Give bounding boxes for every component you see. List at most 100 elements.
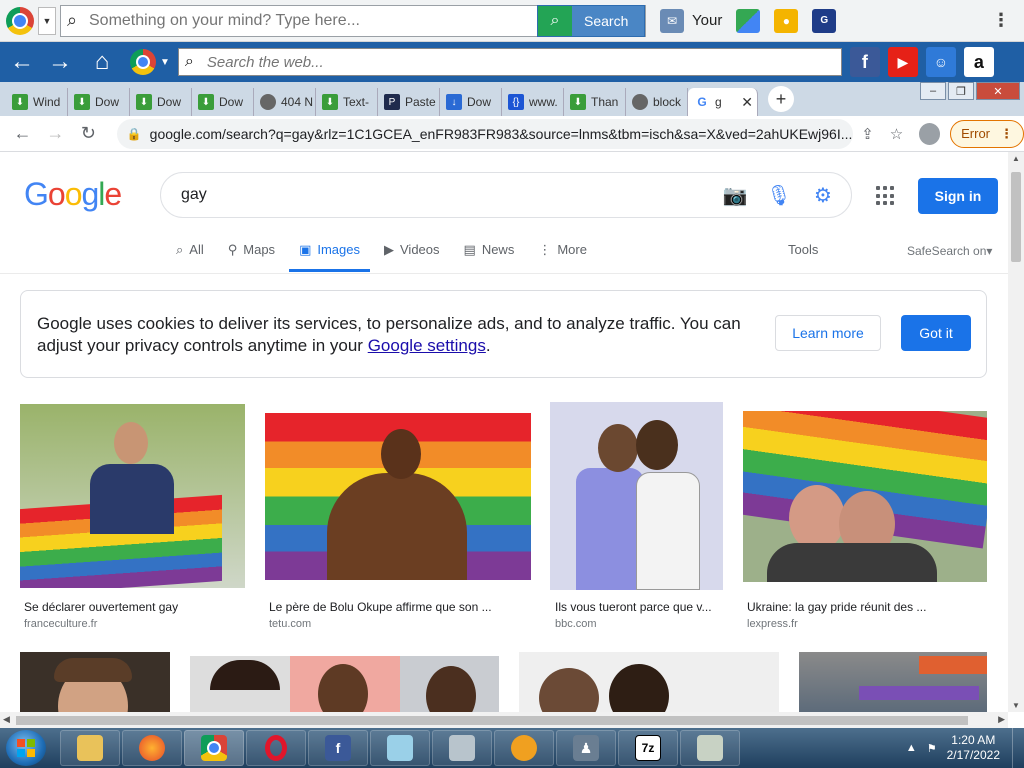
omnibox[interactable]: 🔒 google.com/search?q=gay&rlz=1C1GCEA_en… — [116, 118, 854, 149]
result-thumbnail[interactable] — [550, 402, 723, 590]
result-source[interactable]: tetu.com — [269, 618, 311, 630]
action-center-flag-icon[interactable]: ⚑ — [927, 742, 937, 755]
tab-images[interactable]: ▣ Images — [289, 238, 370, 272]
chevron-down-icon[interactable]: ▼ — [160, 57, 170, 68]
youtube-icon[interactable]: ▶ — [887, 47, 918, 77]
taskbar-tool[interactable] — [680, 730, 740, 766]
result-source[interactable]: franceculture.fr — [24, 618, 97, 630]
vertical-scrollbar[interactable]: ▲ ▼ — [1008, 152, 1024, 712]
taskbar-vpn[interactable] — [494, 730, 554, 766]
result-thumbnail[interactable] — [799, 652, 987, 712]
amazon-icon[interactable]: a — [963, 47, 994, 77]
tab[interactable]: ⬇ Dow — [192, 88, 254, 116]
bookmark-star-icon[interactable]: ☆ — [882, 125, 911, 143]
scrollbar-thumb[interactable] — [1011, 172, 1021, 262]
facebook-icon[interactable]: f — [849, 47, 880, 77]
tab-videos[interactable]: ▶ Videos — [384, 238, 440, 272]
result-caption[interactable]: Se déclarer ouvertement gay — [24, 600, 244, 614]
google-logo[interactable]: Google — [24, 176, 122, 213]
tab-maps[interactable]: ⚲ Maps — [228, 238, 275, 272]
result-caption[interactable]: Ils vous tueront parce que v... — [555, 600, 723, 614]
web-search-input[interactable] — [206, 53, 841, 71]
taskbar-monitor[interactable] — [432, 730, 492, 766]
start-button[interactable] — [6, 730, 46, 766]
taskbar-chess[interactable]: ♟ — [556, 730, 616, 766]
scroll-right-arrow-icon[interactable]: ▶ — [998, 714, 1005, 725]
back-arrow-icon[interactable]: ← — [8, 119, 37, 149]
tab[interactable]: ↓ Dow — [440, 88, 502, 116]
taskbar-explorer[interactable] — [60, 730, 120, 766]
taskbar-opera[interactable] — [246, 730, 306, 766]
tab[interactable]: 404 N — [254, 88, 316, 116]
close-window-button[interactable]: ✕ — [976, 82, 1020, 100]
menu-kebab-icon[interactable]: ⋮ — [992, 10, 1010, 31]
gs-extension-icon[interactable]: G — [812, 8, 837, 33]
taskbar-firefox[interactable] — [122, 730, 182, 766]
result-source[interactable]: lexpress.fr — [747, 618, 798, 630]
image-result[interactable] — [799, 652, 987, 712]
result-thumbnail[interactable] — [265, 413, 531, 580]
news-extension-icon[interactable]: ✉ — [660, 8, 684, 33]
image-result[interactable]: Ukraine: la gay pride réunit des ... lex… — [743, 404, 987, 630]
search-settings-icon[interactable]: ⚙ — [807, 179, 839, 211]
minimize-button[interactable]: – — [920, 82, 946, 100]
horizontal-scrollbar[interactable]: ◀ ▶ — [0, 712, 1008, 728]
result-thumbnail[interactable] — [20, 404, 245, 588]
chrome-logo-icon[interactable] — [6, 6, 34, 35]
learn-more-button[interactable]: Learn more — [775, 315, 881, 351]
clock[interactable]: 1:20 AM 2/17/2022 — [947, 733, 1000, 763]
result-caption[interactable]: Ukraine: la gay pride réunit des ... — [747, 600, 987, 614]
image-result[interactable] — [190, 656, 499, 712]
forward-arrow-icon[interactable]: → — [44, 46, 76, 78]
tab[interactable]: ⬇ Dow — [68, 88, 130, 116]
microphone-icon[interactable]: 🎙 — [763, 179, 795, 211]
tab[interactable]: ⬇ Dow — [130, 88, 192, 116]
your-label[interactable]: Your — [692, 12, 722, 29]
safesearch-dropdown[interactable]: SafeSearch on▾ — [907, 244, 992, 258]
image-result[interactable]: Ils vous tueront parce que v... bbc.com — [550, 402, 724, 630]
apps-grid-icon[interactable] — [876, 186, 896, 206]
tab-more[interactable]: ⋮ More — [538, 238, 587, 272]
image-result[interactable] — [519, 652, 779, 712]
tab-all[interactable]: ⌕ All — [176, 238, 204, 272]
chevron-down-icon[interactable]: ▼ — [38, 6, 56, 35]
got-it-button[interactable]: Got it — [901, 315, 971, 351]
scroll-down-arrow-icon[interactable]: ▼ — [1012, 701, 1020, 710]
tab-active[interactable]: Gg ✕ — [688, 88, 758, 116]
addon-search-input[interactable] — [89, 11, 537, 30]
maps-icon[interactable] — [736, 8, 761, 33]
taskbar-notepad[interactable] — [370, 730, 430, 766]
back-arrow-icon[interactable]: ← — [6, 46, 38, 78]
result-source[interactable]: bbc.com — [555, 618, 597, 630]
tab[interactable]: ⬇ Than — [564, 88, 626, 116]
sign-in-button[interactable]: Sign in — [918, 178, 998, 214]
tab[interactable]: ⬇ Text- — [316, 88, 378, 116]
chrome-logo-icon[interactable] — [130, 49, 156, 75]
result-caption[interactable]: Le père de Bolu Okupe affirme que son ..… — [269, 600, 531, 614]
tab[interactable]: ⬇ Wind — [6, 88, 68, 116]
camera-icon[interactable]: 📷 — [719, 179, 751, 211]
scrollbar-thumb[interactable] — [16, 716, 968, 725]
result-thumbnail[interactable] — [743, 411, 987, 582]
reload-icon[interactable]: ↻ — [74, 119, 103, 149]
taskbar-7zip[interactable]: 7z — [618, 730, 678, 766]
result-thumbnail[interactable] — [20, 652, 170, 712]
taskbar-facebook[interactable]: f — [308, 730, 368, 766]
close-icon[interactable]: ✕ — [741, 94, 753, 111]
tab[interactable]: block — [626, 88, 688, 116]
tray-arrow-icon[interactable]: ▲ — [906, 742, 917, 754]
image-result[interactable]: Le père de Bolu Okupe affirme que son ..… — [265, 404, 531, 630]
forward-arrow-icon[interactable]: → — [41, 119, 70, 149]
image-result[interactable] — [20, 652, 170, 712]
tab-news[interactable]: ▤ News — [464, 238, 515, 272]
tab[interactable]: {} www. — [502, 88, 564, 116]
scroll-up-arrow-icon[interactable]: ▲ — [1012, 154, 1020, 163]
show-desktop-button[interactable] — [1012, 728, 1024, 768]
error-button[interactable]: Error ⋮ — [950, 119, 1024, 148]
tools-button[interactable]: Tools — [788, 242, 818, 257]
gamepad-icon[interactable]: ☺ — [925, 47, 956, 77]
query-input[interactable] — [181, 186, 719, 204]
tab[interactable]: P Paste — [378, 88, 440, 116]
profile-avatar-icon[interactable] — [918, 122, 941, 145]
addon-search-button[interactable]: ⌕ Search — [537, 4, 645, 37]
